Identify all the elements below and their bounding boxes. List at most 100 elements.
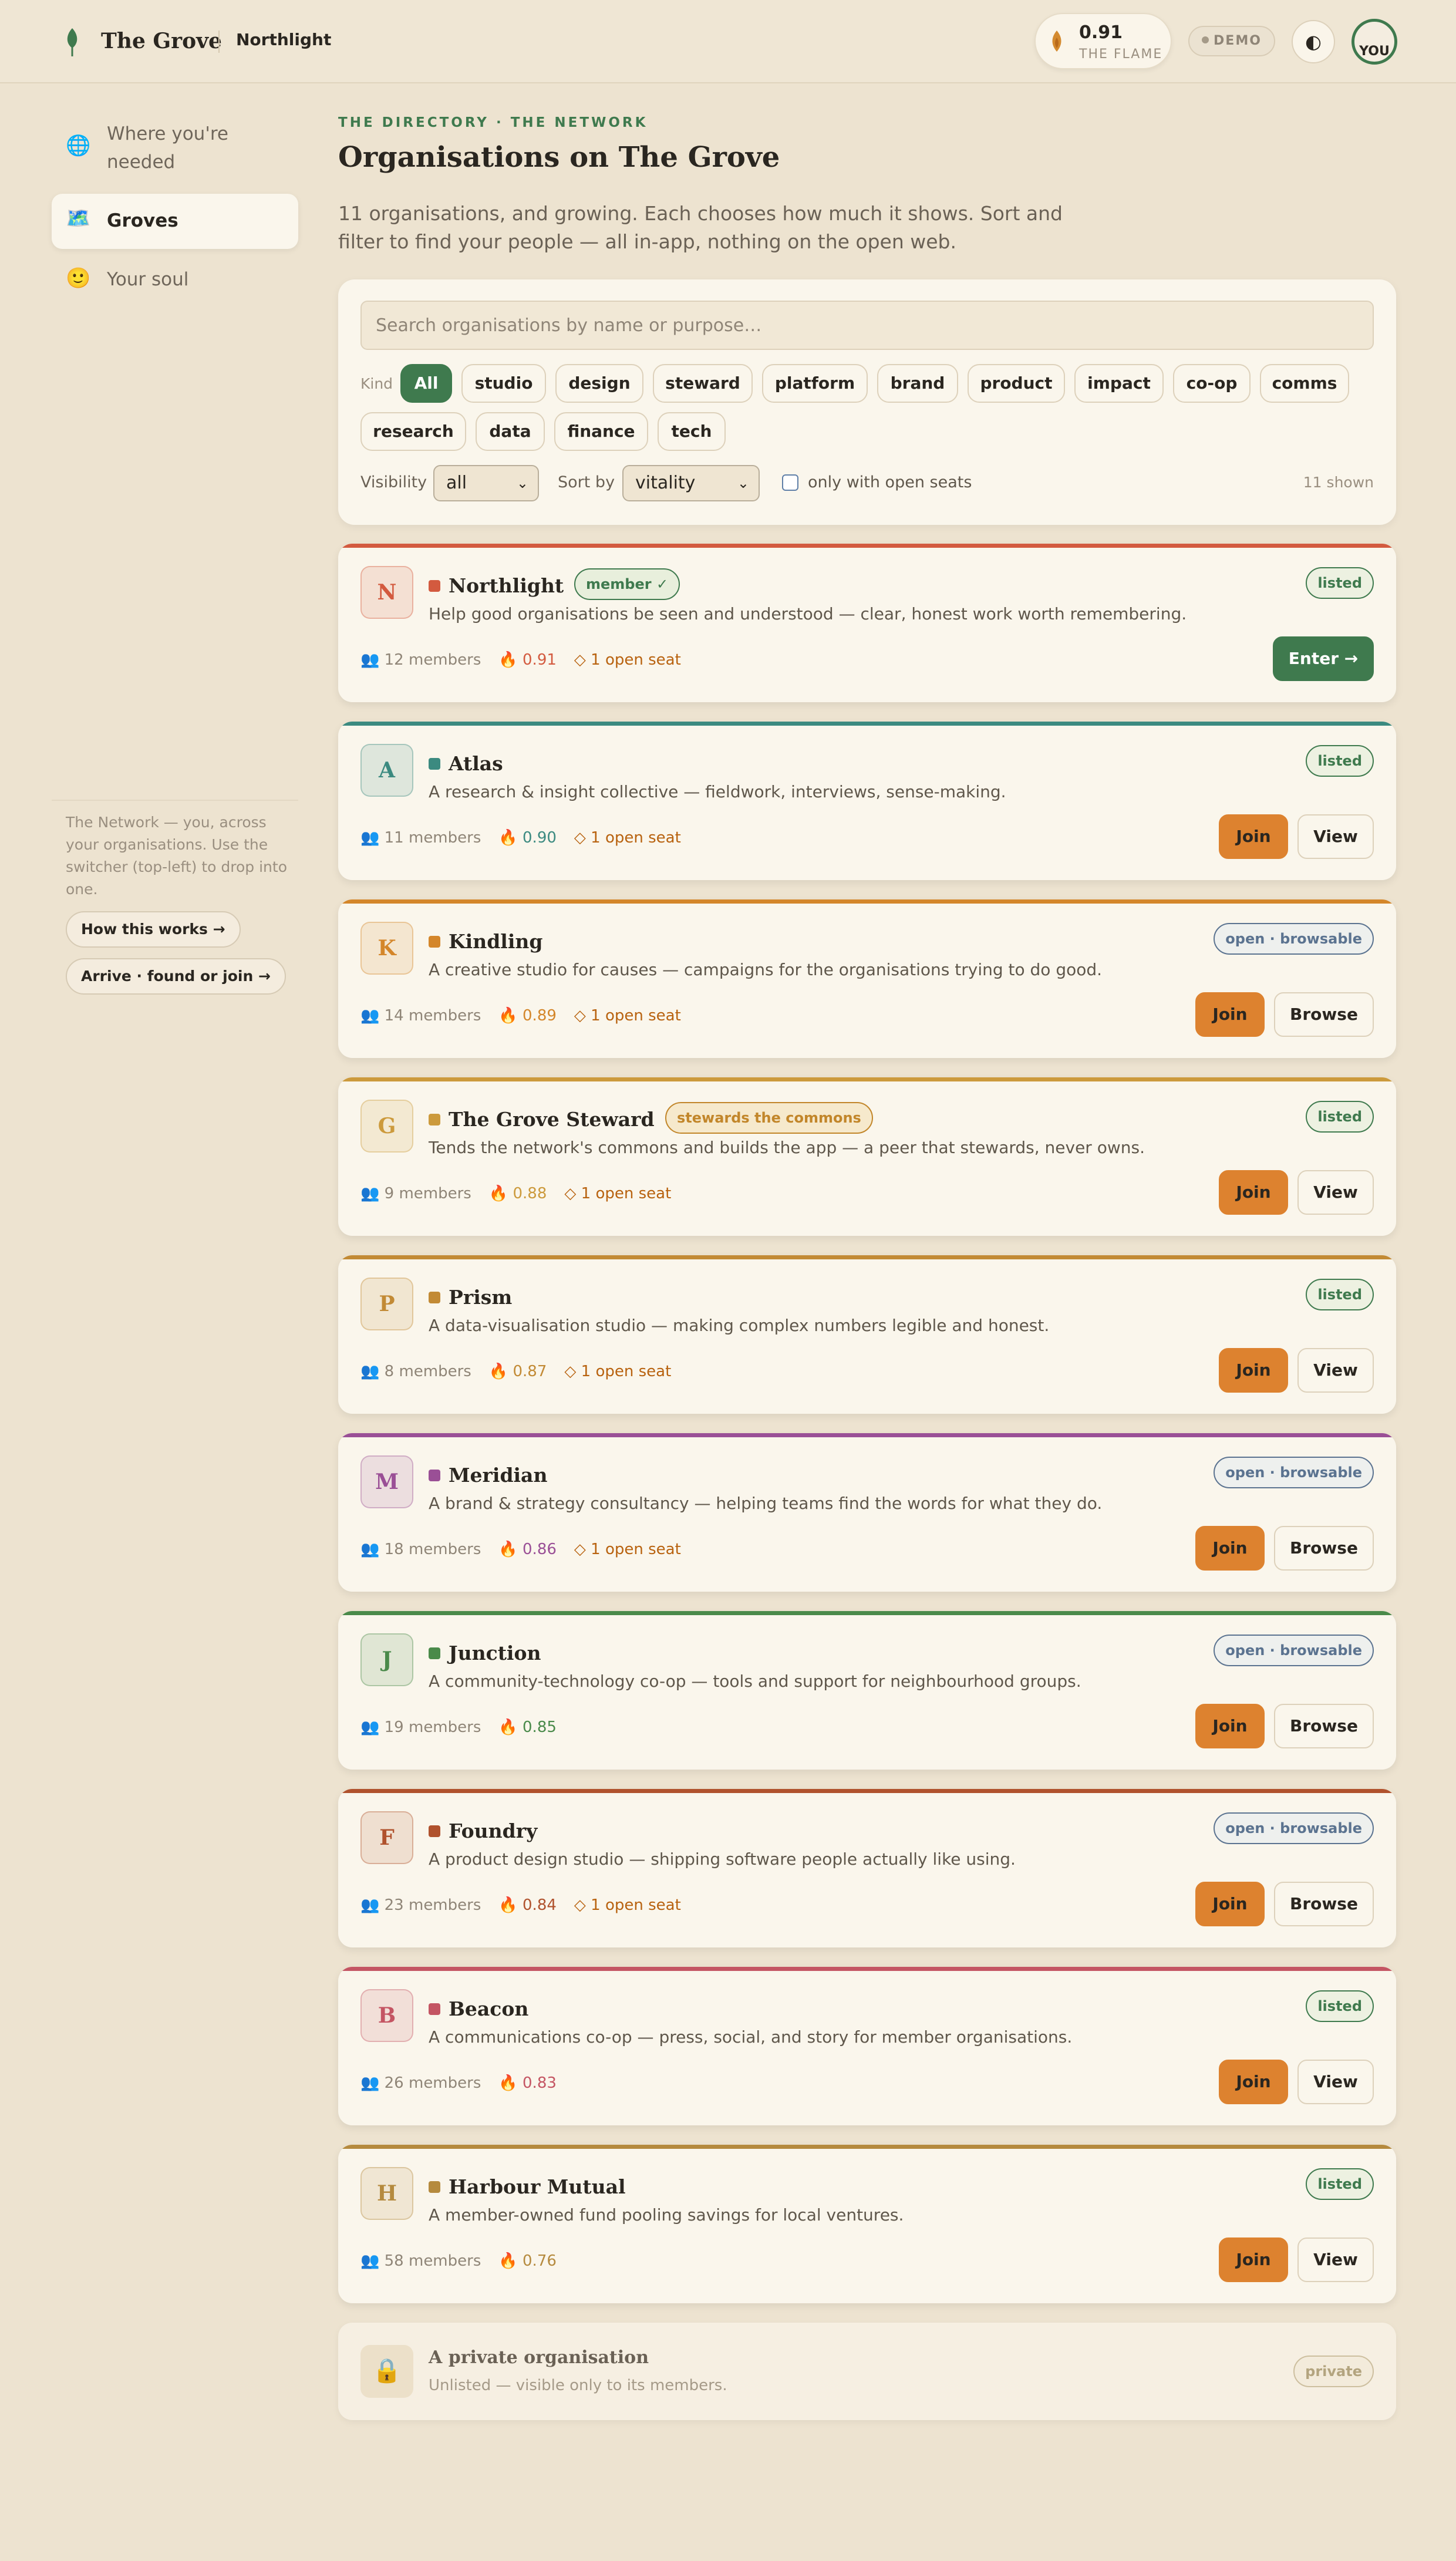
org-card[interactable]: H Harbour Mutual listed A member-owned fund… <box>338 2145 1396 2303</box>
card-accent-line <box>338 2145 1396 2149</box>
visibility-badge: listed <box>1306 1279 1374 1310</box>
join-button[interactable]: Join <box>1219 1170 1288 1215</box>
dot-icon <box>1202 36 1209 43</box>
sort-select[interactable]: vitality ⌄ <box>622 465 760 501</box>
chip-co-op[interactable]: co-op <box>1173 364 1251 403</box>
chip-steward[interactable]: steward <box>653 364 753 403</box>
org-name[interactable]: Meridian <box>449 1463 547 1488</box>
how-it-works-button[interactable]: How this works → <box>66 911 241 948</box>
org-monogram: G <box>360 1100 413 1153</box>
chip-product[interactable]: product <box>968 364 1065 403</box>
top-bar: The Grove Northlight 0.91 THE FLAME DEMO… <box>0 0 1456 83</box>
flame-indicator[interactable]: 0.91 THE FLAME <box>1034 13 1172 69</box>
org-name[interactable]: Beacon <box>449 1996 528 2022</box>
arrive-button[interactable]: Arrive · found or join → <box>66 958 286 995</box>
chip-comms[interactable]: comms <box>1260 364 1349 403</box>
member-count: 👥 18 members <box>360 1541 481 1558</box>
view-button[interactable]: View <box>1297 814 1374 859</box>
join-button[interactable]: Join <box>1195 1526 1265 1571</box>
enter-button[interactable]: Enter → <box>1273 636 1374 681</box>
chip-finance[interactable]: finance <box>554 412 648 451</box>
chip-platform[interactable]: platform <box>762 364 868 403</box>
org-card[interactable]: P Prism listed A data-visualisation studio … <box>338 1255 1396 1414</box>
join-button[interactable]: Join <box>1195 1704 1265 1748</box>
chip-data[interactable]: data <box>476 412 545 451</box>
org-name[interactable]: Kindling <box>449 929 542 955</box>
view-button[interactable]: View <box>1297 2237 1374 2282</box>
member-count: 👥 9 members <box>360 1185 471 1202</box>
org-name[interactable]: Harbour Mutual <box>449 2174 626 2200</box>
org-name[interactable]: Atlas <box>449 751 503 777</box>
org-name[interactable]: Junction <box>449 1640 541 1666</box>
chip-tech[interactable]: tech <box>658 412 726 451</box>
flame-value: 0.91 <box>1079 22 1123 43</box>
browse-button[interactable]: Browse <box>1274 992 1374 1037</box>
open-seats-label: only with open seats <box>808 473 972 491</box>
join-button[interactable]: Join <box>1219 814 1288 859</box>
org-card[interactable]: J Junction open · browsable A community-tec… <box>338 1611 1396 1770</box>
join-button[interactable]: Join <box>1219 2060 1288 2104</box>
visibility-select[interactable]: all ⌄ <box>433 465 539 501</box>
chip-studio[interactable]: studio <box>461 364 546 403</box>
result-count: 11 shown <box>1303 474 1374 491</box>
org-color-square-icon <box>429 2003 440 2015</box>
org-monogram: K <box>360 922 413 975</box>
view-button[interactable]: View <box>1297 1170 1374 1215</box>
visibility-badge: listed <box>1306 567 1374 599</box>
page-title: Organisations on The Grove <box>338 141 780 174</box>
org-tag: member ✓ <box>574 568 680 600</box>
visibility-badge: open · browsable <box>1214 1457 1374 1488</box>
browse-button[interactable]: Browse <box>1274 1882 1374 1926</box>
open-seats: ◇ 1 open seat <box>564 1185 672 1202</box>
open-seats-checkbox[interactable] <box>782 474 798 491</box>
org-monogram: N <box>360 566 413 619</box>
chip-brand[interactable]: brand <box>877 364 958 403</box>
open-seats: ◇ 1 open seat <box>574 1007 681 1025</box>
org-card[interactable]: F Foundry open · browsable A product design… <box>338 1789 1396 1947</box>
org-card[interactable]: G The Grove Steward stewards the commons li… <box>338 1077 1396 1236</box>
chip-design[interactable]: design <box>555 364 643 403</box>
chip-all[interactable]: All <box>400 364 452 403</box>
join-button[interactable]: Join <box>1195 992 1265 1037</box>
visibility-badge: listed <box>1306 1101 1374 1133</box>
visibility-badge: listed <box>1306 1990 1374 2022</box>
join-button[interactable]: Join <box>1195 1882 1265 1926</box>
org-card[interactable]: M Meridian open · browsable A brand & strat… <box>338 1433 1396 1592</box>
private-org-card: 🔒 A private organisation Unlisted — visi… <box>338 2323 1396 2420</box>
view-button[interactable]: View <box>1297 2060 1374 2104</box>
search-input[interactable] <box>360 301 1374 350</box>
org-name[interactable]: The Grove Steward <box>449 1107 655 1133</box>
org-name[interactable]: Prism <box>449 1285 512 1310</box>
chip-research[interactable]: research <box>360 412 466 451</box>
chip-impact[interactable]: impact <box>1074 364 1164 403</box>
org-card[interactable]: N Northlight member ✓ listed Help good organ… <box>338 544 1396 702</box>
org-description: Tends the network's commons and builds t… <box>429 1138 1145 1157</box>
kind-label: Kind <box>360 375 393 392</box>
chevron-down-icon: ⌄ <box>516 475 528 491</box>
open-seats: ◇ 1 open seat <box>574 829 681 847</box>
view-button[interactable]: View <box>1297 1348 1374 1393</box>
org-card[interactable]: K Kindling open · browsable A creative stud… <box>338 899 1396 1058</box>
chevron-down-icon: ⌄ <box>737 475 749 491</box>
browse-button[interactable]: Browse <box>1274 1526 1374 1571</box>
join-button[interactable]: Join <box>1219 1348 1288 1393</box>
org-monogram: A <box>360 744 413 797</box>
sidebar-item-soul[interactable]: 🙂 Your soul <box>52 252 298 308</box>
brand-name[interactable]: The Grove <box>101 27 222 55</box>
sidebar-item-needed[interactable]: 🌐 Where you're needed <box>52 115 298 181</box>
member-count: 👥 11 members <box>360 829 481 847</box>
avatar[interactable]: YOU <box>1351 19 1397 65</box>
org-color-square-icon <box>429 1114 440 1126</box>
theme-toggle-button[interactable]: ◐ <box>1292 20 1335 63</box>
join-button[interactable]: Join <box>1219 2237 1288 2282</box>
open-seats: ◇ 1 open seat <box>574 1541 681 1558</box>
org-name[interactable]: Foundry <box>449 1818 537 1844</box>
visibility-label: Visibility <box>360 473 427 491</box>
sidebar-item-label: Where you're needed <box>107 123 228 173</box>
org-card[interactable]: A Atlas listed A research & insight collect… <box>338 722 1396 880</box>
sidebar-item-groves[interactable]: 🗺️ Groves <box>52 194 298 249</box>
org-switcher[interactable]: Northlight <box>236 27 331 53</box>
browse-button[interactable]: Browse <box>1274 1704 1374 1748</box>
org-name[interactable]: Northlight <box>449 573 564 599</box>
org-card[interactable]: B Beacon listed A communications co-op — pr… <box>338 1967 1396 2125</box>
